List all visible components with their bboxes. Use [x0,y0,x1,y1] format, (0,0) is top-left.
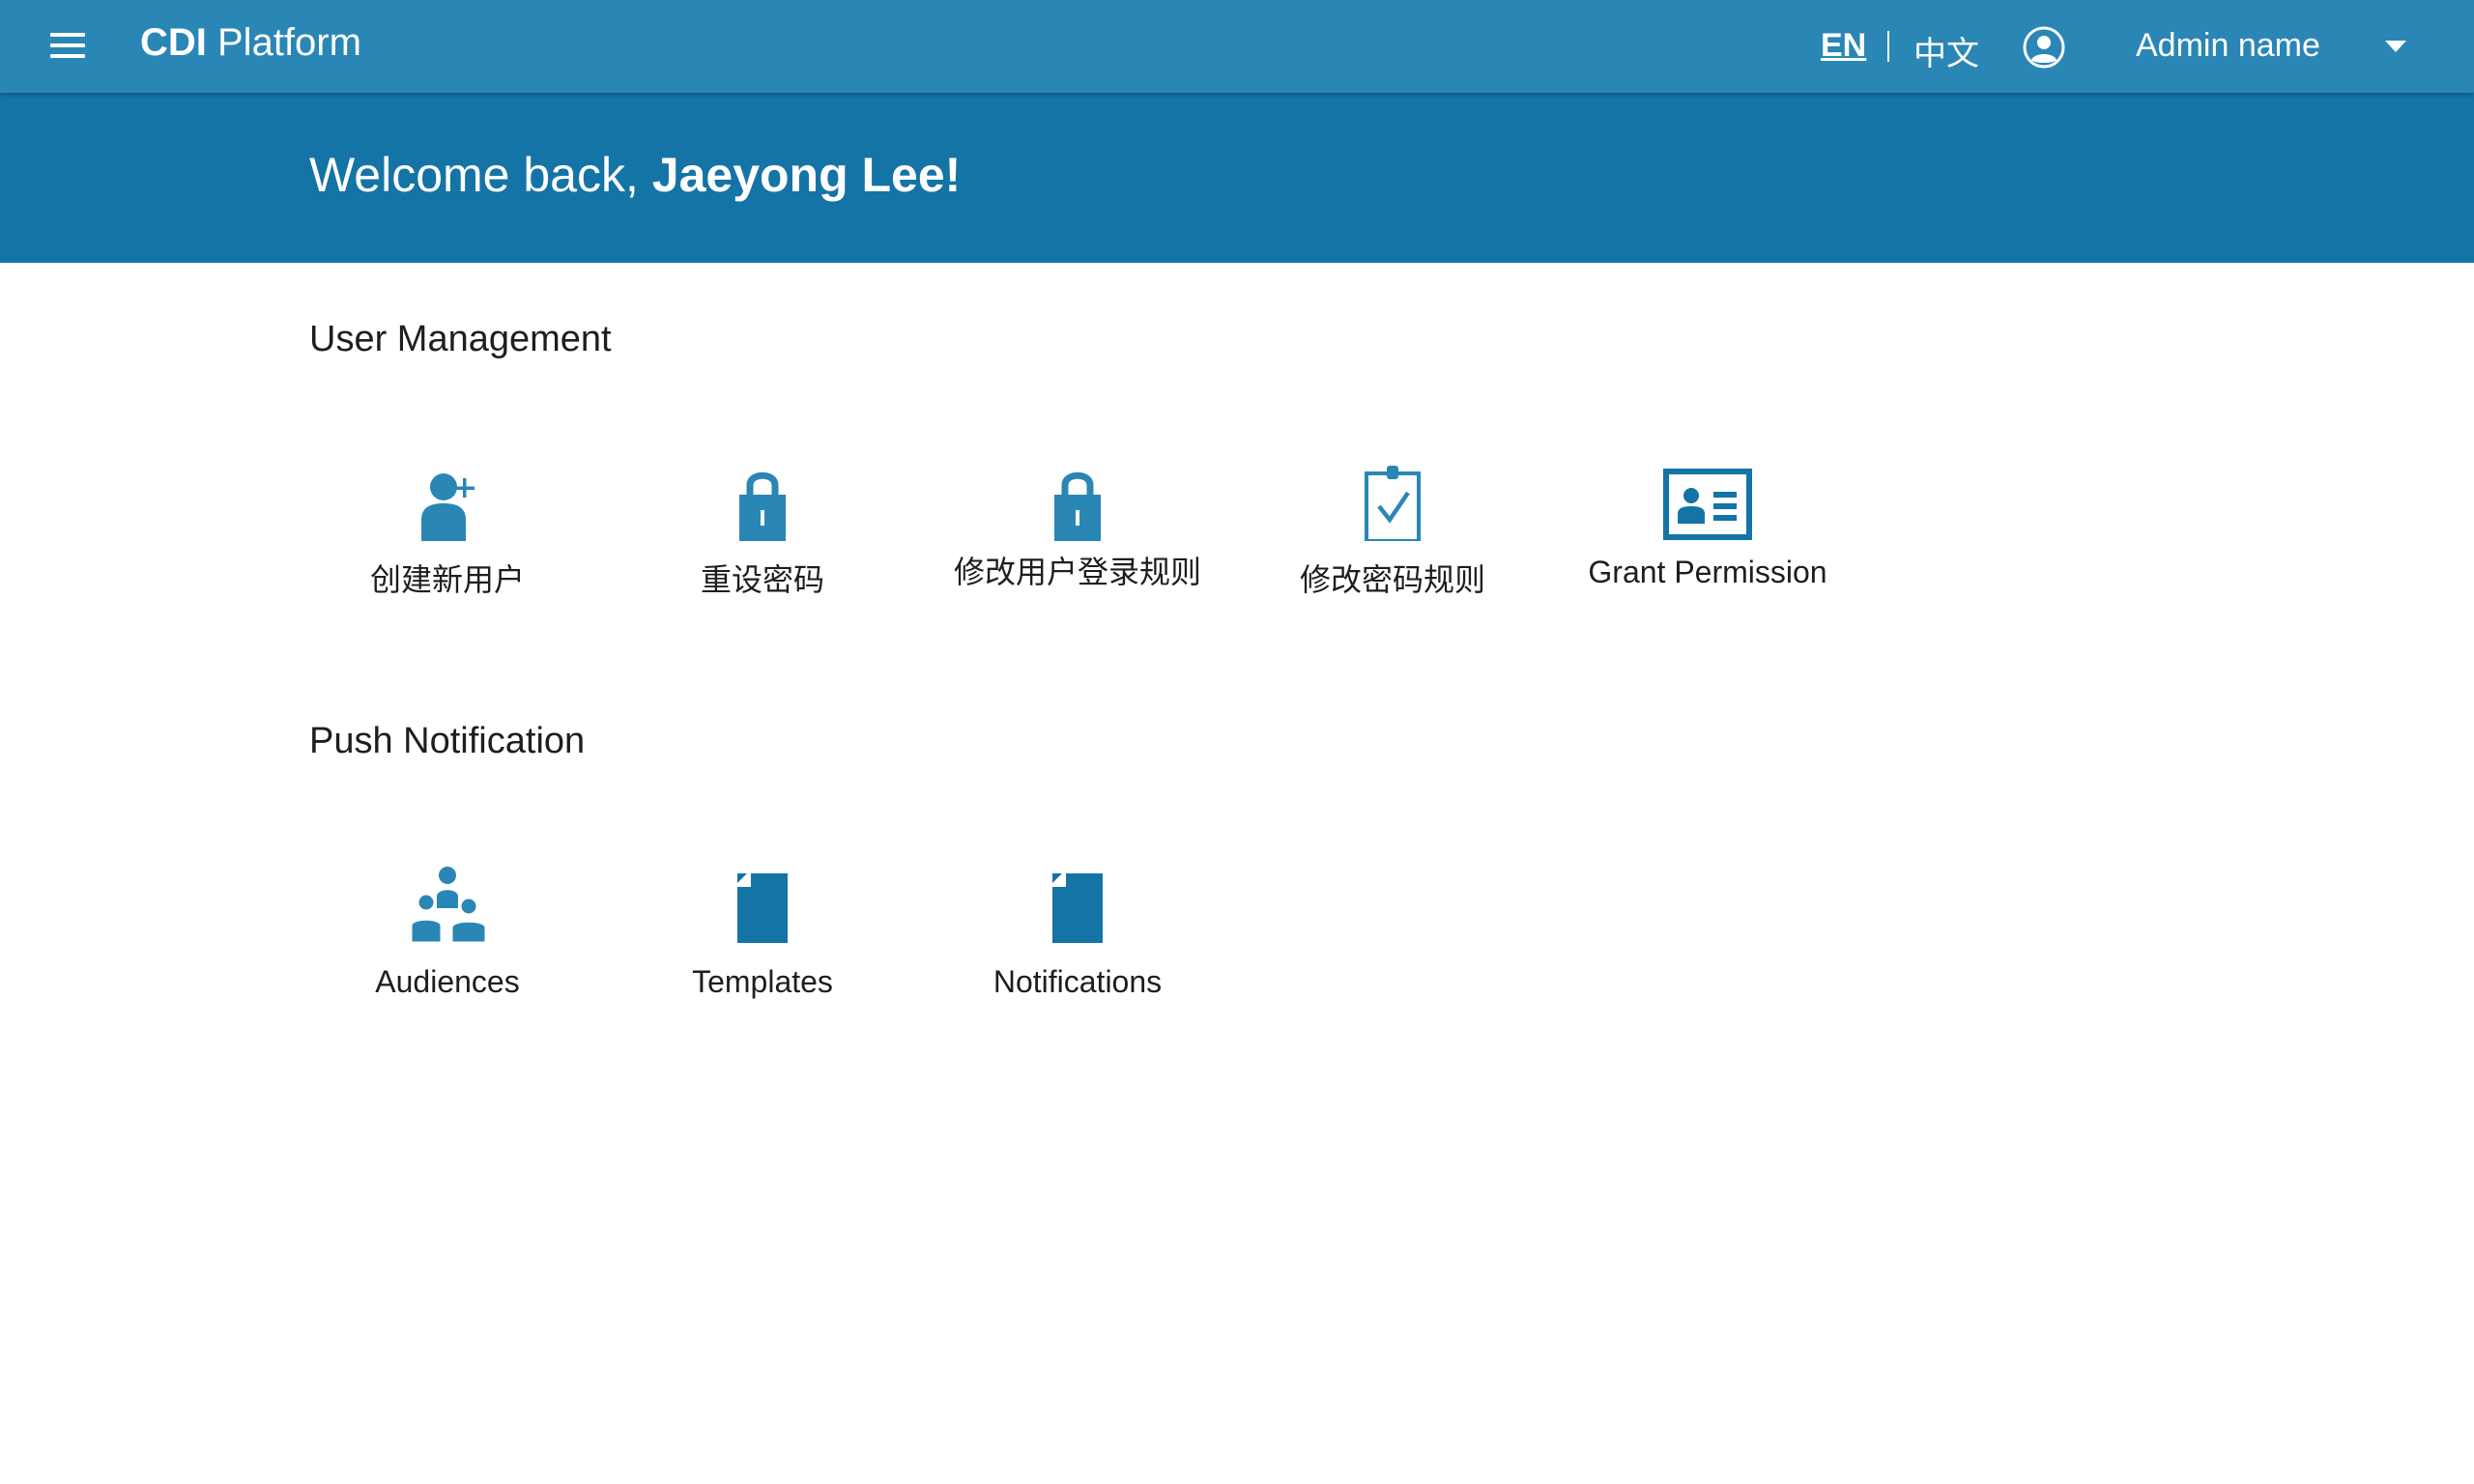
welcome-user-name: Jaeyong Lee! [651,148,962,202]
tile-label: Notifications [992,964,1163,999]
tile-label: 修改用户登录规则 [953,555,1201,589]
tile-label: 创建新用户 [369,562,525,597]
lock-icon [1054,471,1101,541]
app-title-bold: CDI [140,21,207,64]
welcome-banner: Welcome back, Jaeyong Lee! [0,93,2474,263]
document-icon [737,873,788,943]
language-divider [1887,31,1889,62]
tile-label: 重设密码 [700,562,824,597]
tile-label: Templates [692,964,833,999]
tile-label: Grant Permission [1588,555,1827,589]
tile-modify-login-rules[interactable]: 修改用户登录规则 [920,464,1235,593]
tile-grant-permission[interactable]: Grant Permission [1550,464,1865,593]
tile-modify-password-rules[interactable]: 修改密码规则 [1235,464,1550,601]
lock-icon [739,471,786,541]
language-en-link[interactable]: EN [1821,27,1866,65]
add-user-icon [421,473,475,541]
user-avatar-icon[interactable] [2022,25,2066,70]
tile-templates[interactable]: Templates [605,866,920,1003]
tile-label: 修改密码规则 [1299,562,1485,597]
section-title-push-notification: Push Notification [309,721,586,761]
app-title-rest: Platform [206,21,361,64]
clipboard-check-icon [1365,466,1421,541]
tile-notifications[interactable]: Notifications [920,866,1235,1003]
chevron-down-icon[interactable] [2385,41,2406,52]
top-bar: CDI Platform EN 中文 Admin name [0,0,2474,93]
tile-label: Audiences [375,964,520,999]
tile-create-user[interactable]: 创建新用户 [290,464,605,601]
app-title: CDI Platform [140,21,361,65]
admin-name-button[interactable]: Admin name [2136,27,2320,65]
welcome-greeting: Welcome back, [309,148,652,202]
menu-icon[interactable] [50,33,89,60]
group-icon [409,867,488,943]
section-title-user-management: User Management [309,319,612,359]
tile-audiences[interactable]: Audiences [290,866,605,1003]
document-icon [1052,873,1103,943]
tile-reset-password[interactable]: 重设密码 [605,464,920,601]
welcome-message: Welcome back, Jaeyong Lee! [309,147,961,203]
id-card-icon [1663,469,1752,540]
language-zh-link[interactable]: 中文 [1913,27,1979,74]
